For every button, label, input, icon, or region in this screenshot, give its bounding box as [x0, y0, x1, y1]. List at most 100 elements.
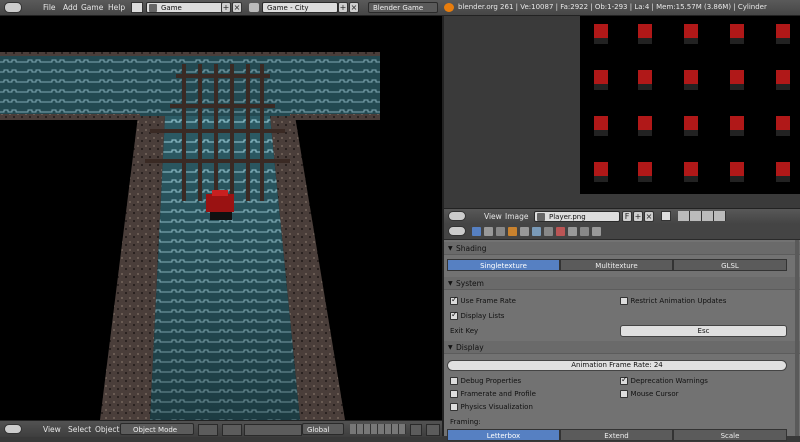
modifiers-tab-icon[interactable] — [532, 227, 541, 236]
shading-glsl-button[interactable]: GLSL — [673, 259, 787, 271]
properties-scrollbar[interactable] — [795, 240, 799, 436]
menu-object[interactable]: Object — [95, 425, 119, 434]
system-title: System — [456, 279, 484, 288]
player-sprites — [594, 24, 790, 182]
deprecation-warnings-toggle[interactable]: Deprecation Warnings — [620, 376, 708, 385]
checkbox-icon[interactable] — [620, 376, 628, 385]
use-frame-rate-toggle[interactable]: Use Frame Rate — [450, 296, 516, 305]
object-tab-icon[interactable] — [508, 227, 517, 236]
mode-value: Object Mode — [133, 426, 178, 434]
physics-visualization-toggle[interactable]: Physics Visualization — [450, 402, 533, 411]
blender-logo-icon — [444, 3, 454, 12]
framing-extend-button[interactable]: Extend — [560, 429, 673, 441]
checkbox-icon[interactable] — [620, 296, 628, 305]
image-editor-type-icon[interactable] — [448, 211, 466, 221]
checkbox-icon[interactable] — [620, 389, 628, 398]
pivot-icon[interactable] — [222, 424, 242, 436]
shading-singletexture-button[interactable]: Singletexture — [447, 259, 560, 271]
particles-tab-icon[interactable] — [580, 227, 589, 236]
framing-scale-button[interactable]: Scale — [673, 429, 787, 441]
deprecation-warnings-label: Deprecation Warnings — [630, 377, 708, 385]
restrict-animation-toggle[interactable]: Restrict Animation Updates — [620, 296, 726, 305]
image-pin-icon[interactable] — [661, 211, 671, 221]
remove-screen-button[interactable]: × — [232, 2, 242, 13]
restrict-animation-label: Restrict Animation Updates — [630, 297, 727, 305]
checkbox-icon[interactable] — [450, 311, 458, 320]
debug-properties-toggle[interactable]: Debug Properties — [450, 376, 521, 385]
checkbox-icon[interactable] — [450, 296, 458, 305]
screen-name-field[interactable]: Game — [146, 2, 230, 13]
scene-name: Game - City — [267, 4, 309, 12]
scene-tab-icon[interactable] — [484, 227, 493, 236]
layer-buttons[interactable] — [350, 424, 406, 434]
display-title: Display — [456, 343, 484, 352]
orientation-value: Global — [307, 426, 330, 434]
lock-icon[interactable] — [410, 424, 422, 436]
render-engine-value: Blender Game — [373, 4, 424, 12]
checkbox-icon[interactable] — [450, 402, 458, 411]
framing-label: Framing: — [450, 418, 481, 426]
menu-select[interactable]: Select — [68, 425, 91, 434]
manipulator-icon[interactable] — [244, 424, 302, 436]
orientation-select[interactable]: Global — [302, 423, 344, 435]
menu-help[interactable]: Help — [108, 3, 125, 12]
framing-letterbox-button[interactable]: Letterbox — [447, 429, 560, 441]
shading-panel-header[interactable]: Shading — [444, 242, 800, 255]
exit-key-label: Exit Key — [450, 327, 479, 335]
shading-icon[interactable] — [198, 424, 218, 436]
system-panel-header[interactable]: System — [444, 277, 800, 290]
checkbox-icon[interactable] — [450, 389, 458, 398]
shading-multitexture-button[interactable]: Multitexture — [560, 259, 673, 271]
render-tab-icon[interactable] — [472, 227, 481, 236]
texture-tab-icon[interactable] — [568, 227, 577, 236]
material-tab-icon[interactable] — [556, 227, 565, 236]
menu-game[interactable]: Game — [81, 3, 103, 12]
scene-name-field[interactable]: Game - City — [262, 2, 338, 13]
add-scene-button[interactable]: + — [338, 2, 348, 13]
constraints-tab-icon[interactable] — [520, 227, 529, 236]
framing-option-label: Letterbox — [486, 432, 521, 440]
exit-key-button[interactable]: Esc — [620, 325, 787, 337]
framerate-profile-toggle[interactable]: Framerate and Profile — [450, 389, 536, 398]
render-engine-select[interactable]: Blender Game — [368, 2, 438, 13]
mode-select[interactable]: Object Mode — [120, 423, 194, 435]
properties-header — [444, 224, 800, 240]
display-lists-toggle[interactable]: Display Lists — [450, 311, 504, 320]
channels-icon[interactable] — [678, 211, 726, 221]
add-screen-button[interactable]: + — [221, 2, 231, 13]
viewport-header: View Select Object Object Mode Global — [0, 420, 442, 437]
frame-rate-value: Animation Frame Rate: 24 — [571, 361, 663, 369]
world-tab-icon[interactable] — [496, 227, 505, 236]
properties-panel: Shading Singletexture Multitexture GLSL … — [444, 240, 800, 441]
data-tab-icon[interactable] — [544, 227, 553, 236]
menu-image-view[interactable]: View — [484, 212, 502, 221]
menu-file[interactable]: File — [43, 3, 56, 12]
shading-option-label: Multitexture — [595, 262, 638, 270]
remove-scene-button[interactable]: × — [349, 2, 359, 13]
checkbox-icon[interactable] — [450, 376, 458, 385]
3d-viewport[interactable] — [0, 16, 442, 420]
screen-layout-icon[interactable] — [131, 2, 143, 13]
top-header: File Add Game Help Game + × Game - City … — [0, 0, 800, 16]
menu-image[interactable]: Image — [505, 212, 529, 221]
physics-tab-icon[interactable] — [592, 227, 601, 236]
fake-user-button[interactable]: F — [622, 211, 632, 222]
mouse-cursor-toggle[interactable]: Mouse Cursor — [620, 389, 679, 398]
new-image-button[interactable]: + — [633, 211, 643, 222]
scene-icon — [249, 3, 259, 12]
display-panel-header[interactable]: Display — [444, 341, 800, 354]
menu-add[interactable]: Add — [63, 3, 78, 12]
shading-title: Shading — [456, 244, 487, 253]
image-name-field[interactable]: Player.png — [534, 211, 620, 222]
properties-editor-icon[interactable] — [448, 226, 466, 236]
animation-frame-rate-slider[interactable]: Animation Frame Rate: 24 — [447, 360, 787, 371]
render-preview-icon[interactable] — [426, 424, 440, 436]
framerate-profile-label: Framerate and Profile — [460, 390, 536, 398]
editor-type-icon[interactable] — [4, 2, 22, 13]
unlink-image-button[interactable]: × — [644, 211, 654, 222]
image-editor-header: View Image Player.png F + × — [444, 208, 800, 225]
viewport-editor-icon[interactable] — [4, 424, 22, 434]
sprite-sheet-image — [580, 16, 800, 194]
menu-view[interactable]: View — [43, 425, 61, 434]
use-frame-rate-label: Use Frame Rate — [460, 297, 516, 305]
